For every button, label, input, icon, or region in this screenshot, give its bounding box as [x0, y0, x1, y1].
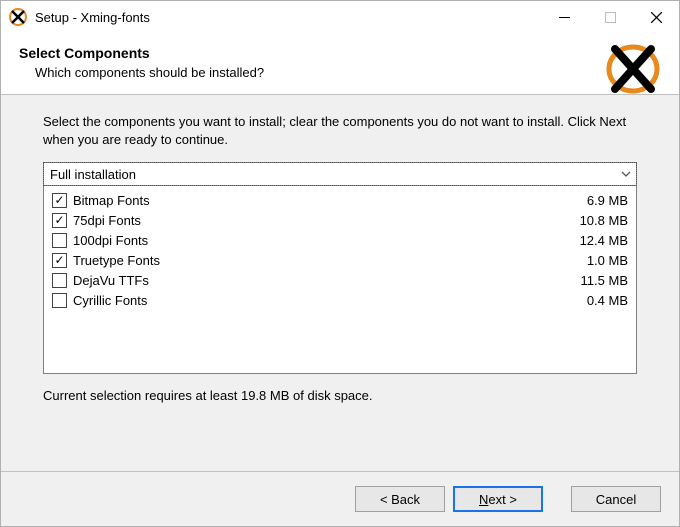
cancel-button[interactable]: Cancel	[571, 486, 661, 512]
checkbox[interactable]	[52, 193, 67, 208]
next-button[interactable]: Next >	[453, 486, 543, 512]
component-item[interactable]: Cyrillic Fonts0.4 MB	[52, 290, 628, 310]
page-subheading: Which components should be installed?	[35, 65, 661, 80]
close-button[interactable]	[633, 2, 679, 32]
wizard-footer: < Back Next > Cancel	[1, 471, 679, 526]
component-label: Cyrillic Fonts	[73, 293, 587, 308]
space-required-text: Current selection requires at least 19.8…	[43, 388, 637, 403]
back-button[interactable]: < Back	[355, 486, 445, 512]
checkbox[interactable]	[52, 253, 67, 268]
component-size: 10.8 MB	[580, 213, 628, 228]
component-size: 1.0 MB	[587, 253, 628, 268]
component-item[interactable]: Truetype Fonts1.0 MB	[52, 250, 628, 270]
component-label: Bitmap Fonts	[73, 193, 587, 208]
window-title: Setup - Xming-fonts	[35, 10, 541, 25]
maximize-button	[587, 2, 633, 32]
checkbox[interactable]	[52, 233, 67, 248]
component-size: 11.5 MB	[581, 273, 628, 288]
component-label: 100dpi Fonts	[73, 233, 580, 248]
description-text: Select the components you want to instal…	[43, 113, 637, 148]
wizard-header: Select Components Which components shoul…	[1, 33, 679, 95]
window-controls	[541, 2, 679, 32]
component-item[interactable]: Bitmap Fonts6.9 MB	[52, 190, 628, 210]
component-size: 0.4 MB	[587, 293, 628, 308]
chevron-down-icon	[616, 163, 636, 185]
component-size: 12.4 MB	[580, 233, 628, 248]
component-label: Truetype Fonts	[73, 253, 587, 268]
components-list[interactable]: Bitmap Fonts6.9 MB75dpi Fonts10.8 MB100d…	[43, 186, 637, 374]
minimize-button[interactable]	[541, 2, 587, 32]
component-size: 6.9 MB	[587, 193, 628, 208]
component-item[interactable]: DejaVu TTFs11.5 MB	[52, 270, 628, 290]
titlebar: Setup - Xming-fonts	[1, 1, 679, 33]
setup-window: Setup - Xming-fonts Select Components Wh…	[0, 0, 680, 527]
install-type-dropdown[interactable]: Full installation	[43, 162, 637, 186]
xming-logo	[605, 41, 661, 97]
component-item[interactable]: 75dpi Fonts10.8 MB	[52, 210, 628, 230]
component-item[interactable]: 100dpi Fonts12.4 MB	[52, 230, 628, 250]
checkbox[interactable]	[52, 293, 67, 308]
component-label: 75dpi Fonts	[73, 213, 580, 228]
wizard-content: Select the components you want to instal…	[1, 95, 679, 471]
app-icon	[9, 8, 27, 26]
component-label: DejaVu TTFs	[73, 273, 581, 288]
checkbox[interactable]	[52, 273, 67, 288]
checkbox[interactable]	[52, 213, 67, 228]
page-heading: Select Components	[19, 45, 661, 61]
dropdown-selected: Full installation	[50, 167, 616, 182]
